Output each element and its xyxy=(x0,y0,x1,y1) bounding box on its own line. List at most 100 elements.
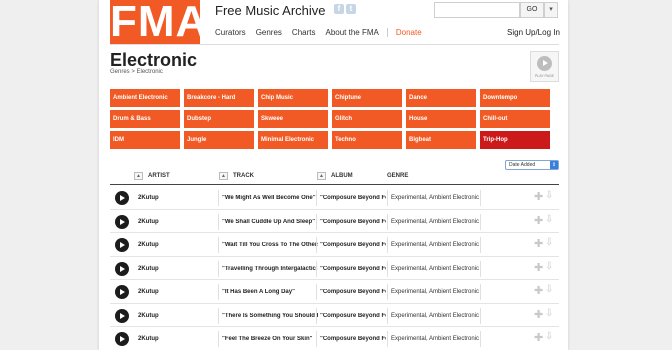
plus-icon[interactable]: ✚ xyxy=(534,261,543,274)
breadcrumb[interactable]: Genres > Electronic xyxy=(110,69,163,75)
download-arrow-icon[interactable]: ⇩ xyxy=(545,284,553,295)
play-icon[interactable] xyxy=(115,214,129,229)
genre-jungle[interactable]: Jungle xyxy=(184,131,254,149)
nav-genres[interactable]: Genres xyxy=(256,28,282,37)
genre-dubstep[interactable]: Dubstep xyxy=(184,110,254,128)
download-arrow-icon[interactable]: ⇩ xyxy=(545,190,553,201)
search-go-button[interactable]: GO xyxy=(520,2,544,18)
track-genre[interactable]: Experimental, Ambient Electronic xyxy=(391,195,479,201)
play-icon[interactable] xyxy=(115,191,129,205)
track-artist[interactable]: 2Kutup xyxy=(138,195,159,201)
track-artist[interactable]: 2Kutup xyxy=(138,266,159,272)
track-genre[interactable]: Experimental, Ambient Electronic xyxy=(391,289,479,295)
genre-ambient-electronic[interactable]: Ambient Electronic xyxy=(110,89,180,107)
sort-up-icon[interactable]: ▲ xyxy=(134,171,143,180)
column-divider xyxy=(480,213,481,230)
download-arrow-icon[interactable]: ⇩ xyxy=(545,308,553,319)
plus-icon[interactable]: ✚ xyxy=(534,331,543,344)
main-nav: Curators Genres Charts About the FMA Don… xyxy=(215,28,432,37)
genre-skweee[interactable]: Skweee xyxy=(258,110,328,128)
column-divider xyxy=(218,190,219,206)
nav-donate[interactable]: Donate xyxy=(396,28,422,37)
plus-icon[interactable]: ✚ xyxy=(534,237,543,250)
genre-downtempo[interactable]: Downtempo xyxy=(480,89,550,107)
track-album[interactable]: "Composure Beyond Fence" xyxy=(320,195,386,201)
plus-icon[interactable]: ✚ xyxy=(534,190,543,203)
track-title[interactable]: "Wait Till You Cross To The Otherside" xyxy=(222,242,318,248)
track-album[interactable]: "Composure Beyond Fence" xyxy=(320,266,386,272)
plus-icon[interactable]: ✚ xyxy=(534,214,543,227)
column-divider xyxy=(480,307,481,324)
track-genre[interactable]: Experimental, Ambient Electronic xyxy=(391,313,479,319)
search-input[interactable] xyxy=(434,2,520,18)
play-icon[interactable] xyxy=(115,332,129,346)
search-options-dropdown[interactable]: ▾ xyxy=(544,2,558,18)
column-divider xyxy=(218,213,219,230)
signup-login-link[interactable]: Sign Up/Log In xyxy=(507,28,560,37)
nav-curators[interactable]: Curators xyxy=(215,28,246,37)
track-album[interactable]: "Composure Beyond Fence" xyxy=(320,289,386,295)
play-icon[interactable] xyxy=(115,261,129,276)
column-album[interactable]: ▲ ALBUM xyxy=(317,171,353,180)
column-divider xyxy=(316,307,317,324)
play-page-button[interactable]: PLAY PAGE xyxy=(530,51,559,82)
track-genre[interactable]: Experimental, Ambient Electronic xyxy=(391,219,479,225)
track-artist[interactable]: 2Kutup xyxy=(138,289,159,295)
track-title[interactable]: "Feel The Breeze On Your Skin" xyxy=(222,336,318,342)
track-genre[interactable]: Experimental, Ambient Electronic xyxy=(391,242,479,248)
track-album[interactable]: "Composure Beyond Fence" xyxy=(320,336,386,342)
nav-about[interactable]: About the FMA xyxy=(325,28,378,37)
genre-breakcore-hard[interactable]: Breakcore - Hard xyxy=(184,89,254,107)
track-album[interactable]: "Composure Beyond Fence" xyxy=(320,242,386,248)
track-album[interactable]: "Composure Beyond Fence" xyxy=(320,313,386,319)
plus-icon[interactable]: ✚ xyxy=(534,284,543,297)
track-title[interactable]: "Travelling Through Intergalactic Space" xyxy=(222,266,318,272)
track-title[interactable]: "We Might As Well Become One" xyxy=(222,195,318,201)
track-artist[interactable]: 2Kutup xyxy=(138,242,159,248)
genre-chip-music[interactable]: Chip Music xyxy=(258,89,328,107)
fma-logo[interactable]: FMA xyxy=(110,0,200,44)
nav-charts[interactable]: Charts xyxy=(292,28,316,37)
column-artist[interactable]: ▲ ARTIST xyxy=(134,171,170,180)
track-title[interactable]: "We Shall Cuddle Up And Sleep" xyxy=(222,219,318,225)
twitter-icon[interactable]: t xyxy=(346,4,356,14)
plus-icon[interactable]: ✚ xyxy=(534,308,543,321)
track-artist[interactable]: 2Kutup xyxy=(138,336,159,342)
genre-bigbeat[interactable]: Bigbeat xyxy=(406,131,476,149)
play-icon[interactable] xyxy=(115,238,129,252)
genre-idm[interactable]: IDM xyxy=(110,131,180,149)
genre-techno[interactable]: Techno xyxy=(332,131,402,149)
genre-dance[interactable]: Dance xyxy=(406,89,476,107)
track-title[interactable]: "There Is Something You Should Know" xyxy=(222,313,318,319)
track-artist[interactable]: 2Kutup xyxy=(138,219,159,225)
track-genre[interactable]: Experimental, Ambient Electronic xyxy=(391,266,479,272)
track-artist[interactable]: 2Kutup xyxy=(138,313,159,319)
track-list: 2Kutup "We Might As Well Become One" "Co… xyxy=(110,186,559,350)
track-title[interactable]: "It Has Been A Long Day" xyxy=(222,289,318,295)
genre-chill-out[interactable]: Chill-out xyxy=(480,110,550,128)
column-track[interactable]: ▲ TRACK xyxy=(219,171,254,180)
site-title[interactable]: Free Music Archive xyxy=(215,3,326,18)
genre-drum-and-bass[interactable]: Drum & Bass xyxy=(110,110,180,128)
page-background-left xyxy=(0,0,99,350)
download-arrow-icon[interactable]: ⇩ xyxy=(545,237,553,248)
column-divider xyxy=(387,190,388,206)
main-content: FMA Free Music Archive f t GO ▾ Curators… xyxy=(99,0,568,350)
sort-up-icon[interactable]: ▲ xyxy=(317,171,326,180)
track-album[interactable]: "Composure Beyond Fence" xyxy=(320,219,386,225)
play-icon[interactable] xyxy=(115,308,129,323)
genre-minimal-electronic[interactable]: Minimal Electronic xyxy=(258,131,328,149)
facebook-icon[interactable]: f xyxy=(334,4,344,14)
play-icon[interactable] xyxy=(115,285,129,299)
genre-trip-hop[interactable]: Trip-Hop xyxy=(480,131,550,149)
genre-glitch[interactable]: Glitch xyxy=(332,110,402,128)
column-genre: GENRE xyxy=(387,172,409,179)
track-genre[interactable]: Experimental, Ambient Electronic xyxy=(391,336,479,342)
download-arrow-icon[interactable]: ⇩ xyxy=(545,331,553,342)
download-arrow-icon[interactable]: ⇩ xyxy=(545,261,553,272)
genre-house[interactable]: House xyxy=(406,110,476,128)
sort-up-icon[interactable]: ▲ xyxy=(219,171,228,180)
download-arrow-icon[interactable]: ⇩ xyxy=(545,214,553,225)
column-divider xyxy=(480,284,481,300)
genre-chiptune[interactable]: Chiptune xyxy=(332,89,402,107)
